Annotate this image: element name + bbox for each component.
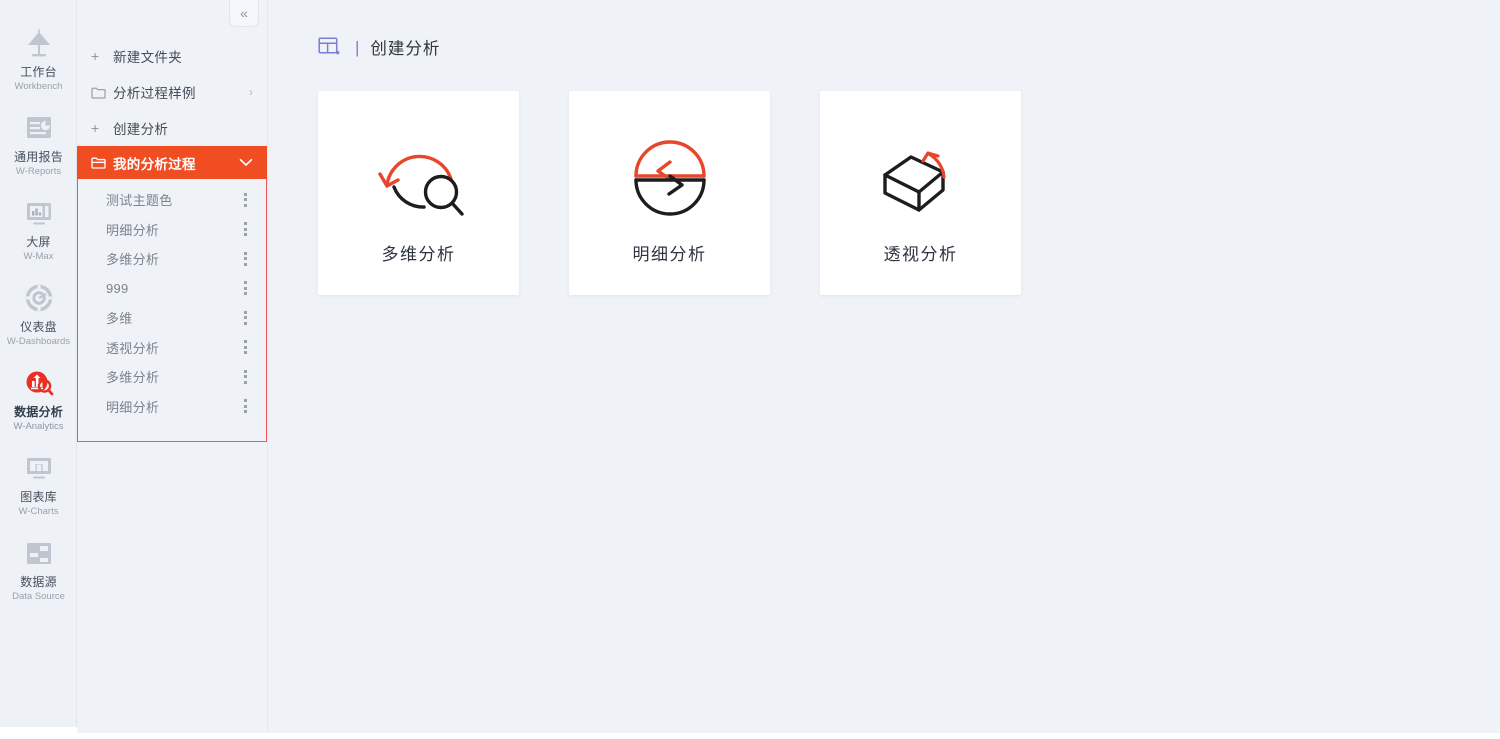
page-header: | 创建分析 — [318, 33, 1500, 61]
report-icon — [22, 113, 56, 145]
card-label: 多维分析 — [381, 245, 456, 264]
list-item-label: 多维分析 — [106, 370, 160, 386]
rail-item-datasource[interactable]: 数据源 Data Source — [0, 538, 77, 623]
bigscreen-icon — [22, 198, 56, 230]
chevron-double-left-icon: « — [240, 4, 248, 21]
app-root: 工作台 Workbench 通用报告 W-Reports 大屏 W-Max 仪表… — [0, 0, 1500, 739]
rail-label-en: Workbench — [14, 81, 63, 92]
rail-label-en: W-Analytics — [13, 421, 64, 432]
plus-icon: + — [91, 48, 100, 64]
rotating-cube-icon — [866, 128, 976, 223]
rail-label-cn: 通用报告 — [14, 150, 63, 164]
card-label: 透视分析 — [883, 245, 958, 264]
list-item[interactable]: 999 — [78, 274, 266, 304]
rail-label-en: W-Max — [23, 251, 54, 262]
collapse-panel-button[interactable]: « — [229, 0, 259, 27]
analysis-card-grid: 多维分析 明细分析 透视分析 — [318, 91, 1500, 295]
card-multidim-analysis[interactable]: 多维分析 — [318, 91, 519, 295]
rail-label-en: W-Charts — [18, 506, 59, 517]
split-circle-arrows-icon — [615, 128, 725, 223]
more-vertical-icon[interactable] — [238, 310, 252, 326]
rail-label-cn: 大屏 — [26, 235, 51, 249]
more-vertical-icon[interactable] — [238, 280, 252, 296]
more-vertical-icon[interactable] — [238, 221, 252, 237]
bottom-strip — [0, 733, 1500, 739]
rail-label-en: W-Dashboards — [6, 336, 71, 347]
list-item-label: 多维 — [106, 311, 133, 327]
list-item[interactable]: 透视分析 — [78, 333, 266, 363]
card-pivot-analysis[interactable]: 透视分析 — [820, 91, 1021, 295]
rail-item-charts[interactable]: 图表库 W-Charts — [0, 453, 77, 538]
more-vertical-icon[interactable] — [238, 398, 252, 414]
analytics-icon — [22, 368, 56, 400]
folder-icon — [91, 86, 113, 99]
list-item[interactable]: 多维 — [78, 303, 266, 333]
rail-item-dashboards[interactable]: 仪表盘 W-Dashboards — [0, 283, 77, 368]
list-item[interactable]: 明细分析 — [78, 215, 266, 245]
list-item[interactable]: 明细分析 — [78, 392, 266, 422]
list-item-label: 多维分析 — [106, 252, 160, 268]
list-item[interactable]: 多维分析 — [78, 244, 266, 274]
rail-item-max[interactable]: 大屏 W-Max — [0, 198, 77, 283]
list-item-label: 测试主题色 — [106, 193, 173, 209]
header-separator: | — [355, 37, 360, 57]
list-item-label: 明细分析 — [106, 399, 160, 415]
plus-icon: + — [91, 120, 100, 136]
rail-label-cn: 数据源 — [20, 575, 57, 589]
folder-panel: « + 新建文件夹 分析过程样例 › + 创建分析 我的分析过程 测试主题色 明… — [77, 0, 268, 733]
rail-label-cn: 仪表盘 — [20, 320, 57, 334]
more-vertical-icon[interactable] — [238, 339, 252, 355]
list-item-label: 999 — [106, 280, 129, 296]
charts-icon — [22, 453, 56, 485]
more-vertical-icon[interactable] — [238, 192, 252, 208]
more-vertical-icon[interactable] — [238, 251, 252, 267]
tree-item-create-analysis[interactable]: + 创建分析 — [77, 110, 267, 146]
primary-nav-rail: 工作台 Workbench 通用报告 W-Reports 大屏 W-Max 仪表… — [0, 0, 77, 733]
rail-label-en: W-Reports — [15, 166, 62, 177]
chevron-down-icon[interactable] — [239, 158, 253, 167]
database-icon — [22, 538, 56, 570]
tree-item-my-process[interactable]: 我的分析过程 — [77, 146, 267, 179]
tree-item-label: 创建分析 — [113, 122, 169, 137]
layout-analysis-icon — [318, 35, 342, 59]
list-item[interactable]: 多维分析 — [78, 362, 266, 392]
main-content: | 创建分析 多维分析 明细分析 透视分析 — [268, 0, 1500, 733]
my-process-sublist: 测试主题色 明细分析 多维分析 999 多维 透视分析 多维分析 明细分析 — [77, 179, 267, 442]
page-title: 创建分析 — [370, 40, 441, 58]
lamp-icon — [22, 28, 56, 60]
tree-item-label: 我的分析过程 — [113, 156, 196, 172]
list-item-label: 透视分析 — [106, 340, 160, 356]
rail-label-cn: 数据分析 — [14, 405, 63, 419]
rail-label-cn: 工作台 — [20, 65, 57, 79]
rail-item-workbench[interactable]: 工作台 Workbench — [0, 28, 77, 113]
rail-item-reports[interactable]: 通用报告 W-Reports — [0, 113, 77, 198]
tree-item-sample-process[interactable]: 分析过程样例 › — [77, 74, 267, 110]
folder-open-icon — [91, 156, 113, 169]
list-item-label: 明细分析 — [106, 222, 160, 238]
tree-item-label: 分析过程样例 — [113, 86, 196, 101]
circle-arrow-search-icon — [364, 128, 474, 223]
tree-item-new-folder[interactable]: + 新建文件夹 — [77, 38, 267, 74]
tree-item-label: 新建文件夹 — [113, 50, 182, 65]
rail-label-cn: 图表库 — [20, 490, 57, 504]
rail-label-en: Data Source — [12, 591, 65, 602]
card-detail-analysis[interactable]: 明细分析 — [569, 91, 770, 295]
card-label: 明细分析 — [632, 245, 707, 264]
rail-item-analytics[interactable]: 数据分析 W-Analytics — [0, 368, 77, 453]
gauge-icon — [22, 283, 56, 315]
more-vertical-icon[interactable] — [238, 369, 252, 385]
list-item[interactable]: 测试主题色 — [78, 185, 266, 215]
chevron-right-icon[interactable]: › — [249, 85, 253, 99]
